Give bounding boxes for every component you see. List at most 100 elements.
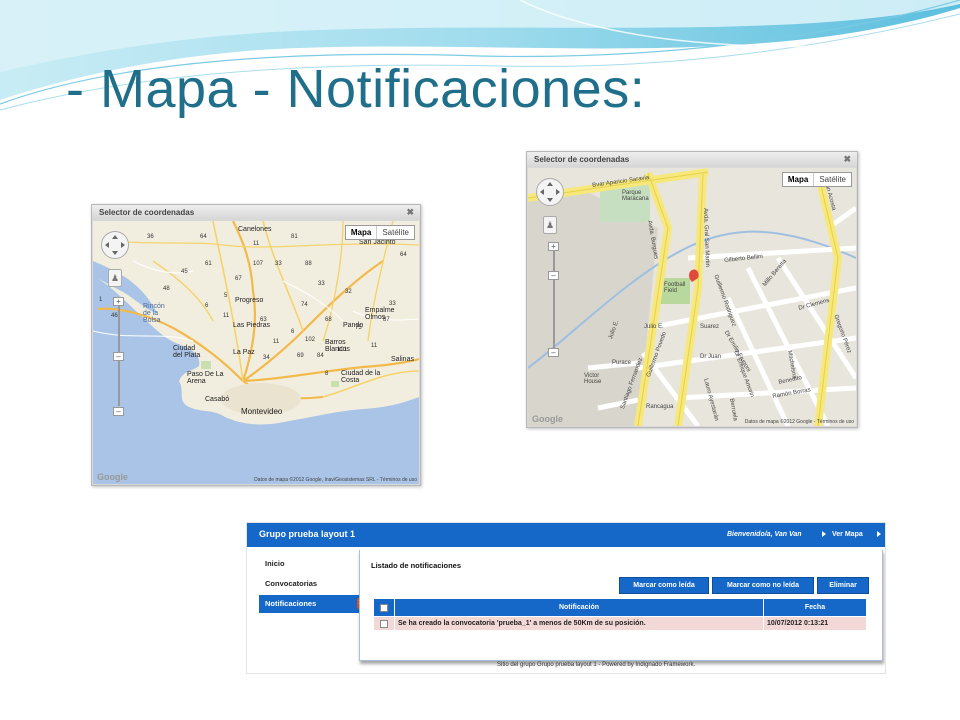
welcome-text: Bienvenido/a, Van Van [727,531,802,538]
mark-read-button[interactable]: Marcar como leída [619,577,709,594]
map-window-street[interactable]: Selector de coordenadas ✖ Bvar Aparicio … [526,151,858,428]
route-shield: 48 [163,286,170,292]
map-window-titlebar[interactable]: Selector de coordenadas ✖ [527,152,857,167]
pan-control[interactable] [536,178,564,206]
map-attribution: Datos de mapa ©2012 Google - Términos de… [744,419,854,425]
notification-date: 10/07/2012 0:13:21 [763,616,867,631]
ver-mapa-link[interactable]: Ver Mapa [832,531,863,538]
route-shield: 11 [223,313,230,319]
sidebar-item-label: Notificaciones [265,599,317,608]
street-label: Purace [612,360,632,366]
row-checkbox-cell [373,616,395,631]
zoom-slider[interactable] [553,251,555,351]
street-label: Suarez [700,324,720,330]
route-shield: 84 [317,353,324,359]
notifications-app: Grupo prueba layout 1 Bienvenido/a, Van … [246,522,886,674]
route-shield: 6 [205,303,209,309]
pan-arrows-icon [105,235,125,255]
route-shield: 46 [111,313,118,319]
chevron-right-icon [877,531,881,537]
app-title[interactable]: Grupo prueba layout 1 [259,529,355,539]
map-type-satelite[interactable]: Satélite [813,173,851,186]
map-window-title: Selector de coordenadas [99,208,195,217]
place-label: Empalme Olmos [365,307,395,321]
map-type-toggle[interactable]: Mapa Satélite [344,225,415,240]
street-label: Dr Juan [700,354,722,360]
route-shield: 74 [301,302,308,308]
street-label: Victor House [584,373,602,385]
map-type-mapa[interactable]: Mapa [783,173,813,186]
street-label: Rancagua [646,404,674,410]
notification-text: Se ha creado la convocatoria 'prueba_1' … [394,616,764,631]
route-shield: 34 [263,355,270,361]
slide-title: - Mapa - Notificaciones: [66,59,646,119]
place-label: Ciudad de la Costa [341,370,381,384]
route-shield: 64 [200,234,207,240]
route-shield: 11 [253,241,260,247]
sidebar-item-notificaciones[interactable]: Notificaciones 1 [259,595,363,613]
place-label: Las Piedras [233,322,270,329]
pegman-icon[interactable]: ♟ [108,269,122,287]
street-label: Julio E. [644,324,664,330]
zoom-in-button[interactable]: + [548,242,559,251]
close-icon[interactable]: ✖ [843,152,851,167]
map-window-titlebar[interactable]: Selector de coordenadas ✖ [92,205,420,220]
sidebar-item-inicio[interactable]: Inicio [259,555,359,573]
close-icon[interactable]: ✖ [406,205,414,220]
zoom-in-button[interactable]: + [113,297,124,306]
app-footer: Sitio del grupo Grupo prueba layout 1 - … [497,662,696,668]
zoom-out-button[interactable]: – [548,348,559,357]
place-label: Progreso [235,297,264,304]
sidebar-menu: Inicio Convocatorias Notificaciones 1 [259,555,363,613]
place-label: Casabó [205,396,230,403]
route-shield: 68 [325,317,332,323]
panel-title: Listado de notificaciones [371,561,462,570]
route-shield: 81 [291,234,298,240]
zoom-handle[interactable]: – [113,352,124,361]
place-label: Salinas [391,356,414,363]
zoom-out-button[interactable]: – [113,407,124,416]
map-type-satelite[interactable]: Satélite [376,226,414,239]
map-attribution: Datos de mapa ©2012 Google, Inav/Geosist… [254,477,417,483]
pan-control[interactable] [101,231,129,259]
place-label: San Jacinto [359,239,396,246]
mark-unread-button[interactable]: Marcar como no leída [712,577,814,594]
notifications-panel: Listado de notificaciones Marcar como le… [359,550,883,661]
delete-button[interactable]: Eliminar [817,577,869,594]
route-shield: 102 [305,337,316,343]
zoom-handle[interactable]: – [548,271,559,280]
route-shield: 61 [205,261,212,267]
route-shield: 8 [325,371,329,377]
place-label: Ciudad del Plata [173,345,201,359]
sidebar-item-convocatorias[interactable]: Convocatorias [259,575,359,593]
pan-arrows-icon [540,182,560,202]
route-shield: 45 [181,269,188,275]
select-all-checkbox[interactable] [380,603,388,612]
street-label: Parque Maracana [622,190,649,202]
select-all-cell [373,598,395,617]
app-header: Grupo prueba layout 1 Bienvenido/a, Van … [247,523,885,547]
route-shield: 6 [291,329,295,335]
pegman-icon[interactable]: ♟ [543,216,557,234]
place-label: La Paz [233,349,255,356]
table-header-row: Notificación Fecha [373,598,867,617]
place-label: Paso De La Arena [187,371,224,385]
map-type-toggle[interactable]: Mapa Satélite [781,172,852,187]
column-header-notificacion[interactable]: Notificación [394,598,764,617]
route-shield: 88 [305,261,312,267]
map-canvas[interactable]: 36 64 11 81 107 33 88 64 61 45 67 48 5 3… [93,221,419,484]
map-type-mapa[interactable]: Mapa [346,226,376,239]
row-checkbox[interactable] [380,619,388,628]
google-logo: Google [97,472,128,482]
route-shield: 11 [371,343,378,349]
route-shield: 5 [224,293,228,299]
notifications-table: Notificación Fecha Se ha creado la convo… [373,598,867,631]
route-shield: 36 [147,234,154,240]
table-row[interactable]: Se ha creado la convocatoria 'prueba_1' … [373,616,867,631]
map-window-regional[interactable]: Selector de coordenadas ✖ 36 64 11 81 10… [91,204,421,486]
route-shield: 69 [297,353,304,359]
column-header-fecha[interactable]: Fecha [763,598,867,617]
route-shield: 33 [318,281,325,287]
map-canvas[interactable]: Bvar Aparicio Saravia Parque Maracana Av… [528,168,856,426]
route-shield: 64 [400,252,407,258]
